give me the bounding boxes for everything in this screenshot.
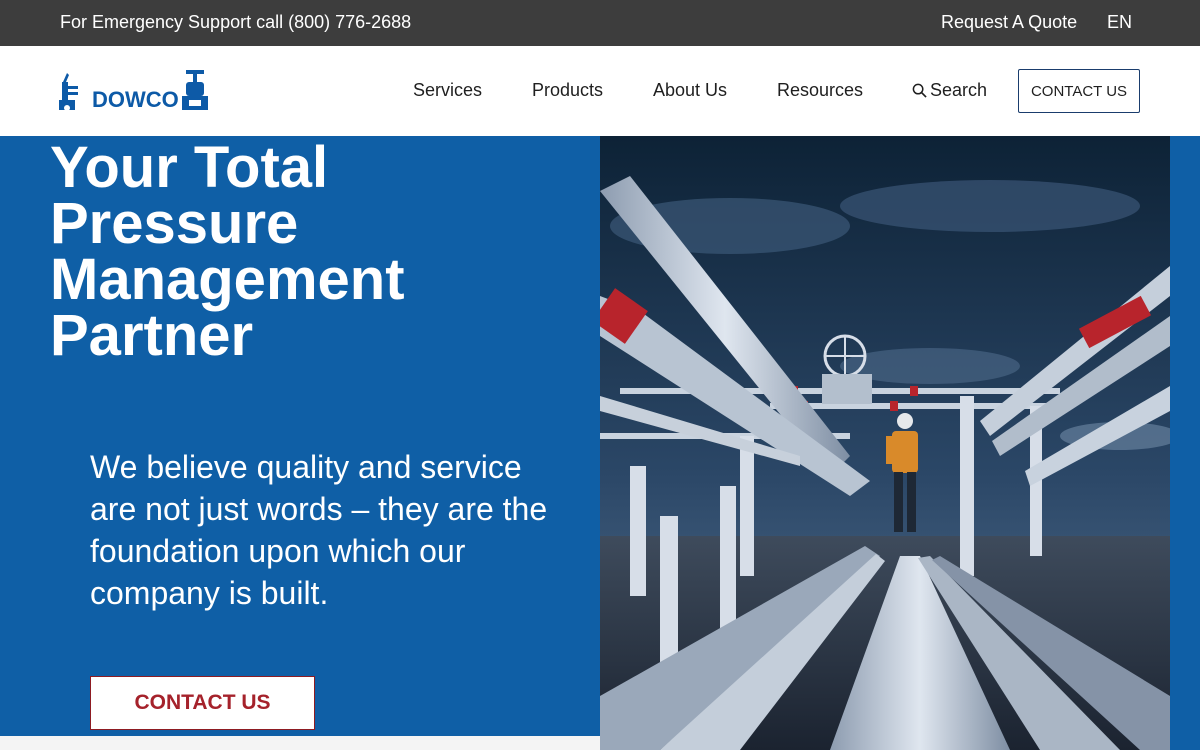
nav-resources[interactable]: Resources [777,80,863,101]
right-accent-strip [1170,136,1200,750]
hero-title-line: Your Total [50,135,329,200]
hero-panel: Your Total Pressure Management Partner W… [0,136,600,736]
hero-title-line: Management [50,247,405,312]
header-contact-button[interactable]: CONTACT US [1018,69,1140,113]
search-label: Search [930,80,988,100]
nav-services[interactable]: Services [413,80,482,101]
hero-title: Your Total Pressure Management Partner [50,135,570,368]
site-header: DOWCO Services Products About Us Resourc… [0,46,1200,136]
request-quote-link[interactable]: Request A Quote [941,12,1077,33]
bottom-strip [0,736,600,750]
search-icon [912,83,927,98]
language-selector[interactable]: EN [1107,12,1132,33]
hero-title-line: Pressure [50,191,299,256]
hero-description: We believe quality and service are not j… [90,449,548,611]
hero-title-line: Partner [50,303,254,368]
dowco-logo[interactable]: DOWCO [58,70,208,114]
nav-products[interactable]: Products [532,80,603,101]
emergency-support-text: For Emergency Support call (800) 776-268… [60,12,412,32]
hero-contact-button[interactable]: CONTACT US [90,676,315,730]
logo-wordmark: DOWCO [92,87,179,112]
top-bar: For Emergency Support call (800) 776-268… [0,0,1200,46]
nav-search[interactable]: Search [912,80,987,101]
hero-pipeline-image [600,136,1170,750]
nav-about-us[interactable]: About Us [653,80,727,101]
